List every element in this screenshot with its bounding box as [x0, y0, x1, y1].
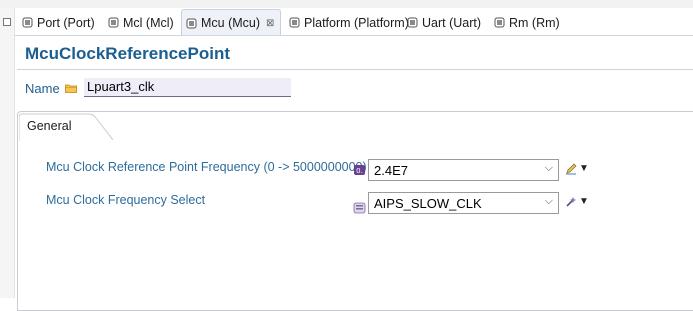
tab-label: Rm (Rm) — [509, 15, 560, 30]
close-icon[interactable]: ⊠ — [266, 18, 274, 29]
tab-label: Platform (Platform) — [304, 15, 409, 30]
tab-port[interactable]: Port (Port) — [18, 9, 99, 36]
tab-label: Uart (Uart) — [422, 15, 482, 30]
name-label: Name — [25, 81, 60, 96]
tab-uart[interactable]: Uart (Uart) — [403, 9, 485, 36]
restore-view-icon[interactable] — [3, 18, 11, 26]
tab-bar-top-strip — [0, 0, 693, 8]
module-icon — [289, 17, 300, 28]
title-divider — [17, 69, 693, 70]
tab-mcu[interactable]: Mcu (Mcu) ⊠ — [181, 9, 281, 36]
module-icon — [186, 18, 197, 28]
module-icon — [407, 17, 418, 28]
name-field[interactable]: Lpuart3_clk — [84, 78, 291, 97]
chevron-down-icon[interactable]: ⌵ — [545, 162, 553, 175]
field-label-frequency-select: Mcu Clock Frequency Select — [46, 193, 206, 207]
module-icon — [494, 17, 505, 28]
action-dropdown-icon[interactable]: ▼ — [579, 196, 589, 207]
folder-icon — [65, 84, 77, 93]
tab-label: Mcu (Mcu) — [201, 16, 261, 30]
chevron-down-icon[interactable]: ⌵ — [545, 195, 553, 208]
tab-platform[interactable]: Platform (Platform) — [285, 9, 413, 36]
combo-value: 2.4E7 — [374, 163, 408, 178]
tab-label: Mcl (Mcl) — [123, 15, 174, 30]
module-icon — [108, 17, 119, 28]
module-icon — [22, 17, 33, 28]
wand-icon[interactable] — [565, 196, 577, 208]
reference-frequency-combo[interactable]: 2.4E7 ⌵ — [368, 159, 559, 181]
tab-general-label: General — [27, 119, 72, 133]
frequency-select-combo[interactable]: AIPS_SLOW_CLK ⌵ — [368, 192, 559, 214]
page-title: McuClockReferencePoint — [25, 44, 230, 63]
field-label-reference-frequency: Mcu Clock Reference Point Frequency (0 -… — [46, 160, 367, 174]
float-type-icon: 0. — [354, 165, 365, 175]
left-gutter — [0, 8, 15, 298]
tab-rm[interactable]: Rm (Rm) — [490, 9, 564, 36]
edit-pencil-icon[interactable] — [565, 163, 577, 175]
tab-bar-divider — [15, 35, 693, 36]
tab-label: Port (Port) — [37, 15, 95, 30]
enum-type-icon — [353, 202, 366, 214]
combo-value: AIPS_SLOW_CLK — [374, 196, 482, 211]
svg-text:0.: 0. — [356, 167, 363, 175]
action-dropdown-icon[interactable]: ▼ — [579, 163, 589, 174]
tab-mcl[interactable]: Mcl (Mcl) — [104, 9, 178, 36]
